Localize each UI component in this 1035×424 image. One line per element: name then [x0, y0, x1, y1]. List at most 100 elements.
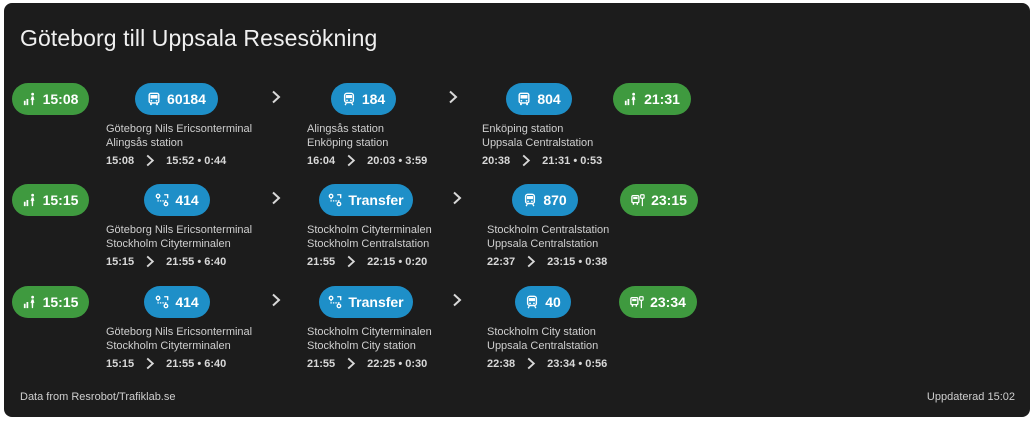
leg-line-label: 40 — [545, 294, 561, 310]
arrival-time: 21:31 — [644, 91, 680, 107]
leg-line-label: 870 — [543, 192, 567, 208]
chevron-right-icon — [447, 90, 459, 104]
leg-to-station: Uppsala Centralstation — [487, 238, 599, 250]
chevron-right-icon — [144, 357, 156, 370]
leg-line-pill[interactable]: 870 — [512, 184, 578, 216]
train-icon — [342, 92, 356, 106]
leg-times: 22:37 23:15 • 0:38 — [487, 255, 607, 268]
chevron-right-icon — [520, 154, 532, 167]
leg-times: 15:15 21:55 • 6:40 — [106, 357, 226, 370]
leg-start-time: 22:38 — [487, 357, 516, 370]
arrival-pill[interactable]: 23:15 — [620, 184, 698, 216]
leg-line-label: 804 — [537, 91, 561, 107]
leg-end-duration: 21:55 • 6:40 — [166, 357, 227, 370]
walk-signal-icon — [624, 92, 638, 106]
route-icon — [328, 193, 342, 207]
bus-icon — [147, 92, 161, 106]
leg-line-pill[interactable]: 60184 — [135, 83, 218, 115]
leg-to-station: Stockholm Cityterminalen — [106, 238, 231, 250]
trip-search-card: Göteborg till Uppsala Resesökning 15:08 6… — [4, 3, 1030, 417]
departure-time: 15:15 — [42, 294, 79, 310]
chevron-right-icon — [345, 357, 357, 370]
leg-times: 15:15 21:55 • 6:40 — [106, 255, 226, 268]
leg-from-station: Stockholm Cityterminalen — [307, 224, 432, 236]
leg-start-time: 15:15 — [106, 357, 135, 370]
leg-line-label: 184 — [361, 91, 386, 107]
leg-end-duration: 22:25 • 0:30 — [367, 357, 428, 370]
leg-line-label: Transfer — [348, 192, 404, 208]
chevron-right-icon — [144, 255, 156, 268]
departure-pill[interactable]: 15:08 — [12, 83, 89, 115]
departure-pill[interactable]: 15:15 — [12, 184, 89, 216]
leg-to-station: Uppsala Centralstation — [482, 137, 594, 149]
chevron-right-icon — [451, 191, 463, 205]
chevron-right-icon — [270, 191, 282, 205]
leg-to-station: Alingsås station — [106, 137, 184, 149]
leg-line-pill[interactable]: Transfer — [319, 286, 413, 318]
arrival-time: 23:34 — [650, 294, 686, 310]
chevron-right-icon — [144, 154, 156, 167]
arrival-pill[interactable]: 21:31 — [613, 83, 691, 115]
chevron-right-icon — [525, 255, 537, 268]
leg-stations: Stockholm Cityterminalen Stockholm Centra… — [307, 223, 432, 251]
leg-to-station: Stockholm Centralstation — [307, 238, 430, 250]
route-icon — [155, 295, 169, 309]
arrival-time: 23:15 — [651, 192, 687, 208]
leg-end-duration: 21:55 • 6:40 — [166, 255, 227, 268]
leg-start-time: 21:55 — [307, 255, 336, 268]
leg-stations: Göteborg Nils Ericsonterminal Stockholm C… — [106, 325, 252, 353]
leg-times: 22:38 23:34 • 0:56 — [487, 357, 607, 370]
chevron-right-icon — [525, 357, 537, 370]
leg-from-station: Stockholm City station — [487, 326, 596, 338]
departure-pill[interactable]: 15:15 — [12, 286, 89, 318]
leg-end-duration: 23:34 • 0:56 — [547, 357, 608, 370]
train-icon — [523, 193, 537, 207]
chevron-right-icon — [270, 293, 282, 307]
leg-end-duration: 20:03 • 3:59 — [367, 154, 428, 167]
leg-line-label: Transfer — [348, 294, 404, 310]
leg-end-duration: 22:15 • 0:20 — [367, 255, 428, 268]
page-title: Göteborg till Uppsala Resesökning — [20, 25, 378, 51]
leg-to-station: Stockholm City station — [307, 340, 416, 352]
leg-from-station: Enköping station — [482, 123, 564, 135]
route-icon — [328, 295, 342, 309]
leg-stations: Göteborg Nils Ericsonterminal Stockholm C… — [106, 223, 252, 251]
leg-from-station: Alingsås station — [307, 123, 385, 135]
bus-stop-icon — [631, 193, 645, 207]
leg-times: 20:38 21:31 • 0:53 — [482, 154, 602, 167]
leg-to-station: Enköping station — [307, 137, 389, 149]
chevron-right-icon — [345, 255, 357, 268]
leg-start-time: 21:55 — [307, 357, 336, 370]
leg-times: 15:08 15:52 • 0:44 — [106, 154, 226, 167]
data-source-text: Data from Resrobot/Trafiklab.se — [20, 391, 176, 403]
arrival-pill[interactable]: 23:34 — [619, 286, 697, 318]
leg-stations: Stockholm Cityterminalen Stockholm City s… — [307, 325, 432, 353]
leg-stations: Enköping station Uppsala Centralstation — [482, 122, 593, 150]
leg-line-pill[interactable]: 804 — [506, 83, 572, 115]
leg-end-duration: 21:31 • 0:53 — [542, 154, 603, 167]
leg-from-station: Göteborg Nils Ericsonterminal — [106, 224, 253, 236]
leg-line-pill[interactable]: 184 — [331, 83, 396, 115]
leg-times: 21:55 22:15 • 0:20 — [307, 255, 427, 268]
leg-start-time: 16:04 — [307, 154, 336, 167]
updated-timestamp: Uppdaterad 15:02 — [926, 391, 1015, 403]
chevron-right-icon — [451, 293, 463, 307]
leg-from-station: Stockholm Centralstation — [487, 224, 610, 236]
leg-times: 16:04 20:03 • 3:59 — [307, 154, 427, 167]
leg-start-time: 15:08 — [106, 154, 135, 167]
leg-line-pill[interactable]: 40 — [515, 286, 571, 318]
leg-line-pill[interactable]: 414 — [144, 184, 210, 216]
leg-line-pill[interactable]: 414 — [144, 286, 210, 318]
bus-icon — [517, 92, 531, 106]
leg-to-station: Stockholm Cityterminalen — [106, 340, 231, 352]
leg-stations: Stockholm Centralstation Uppsala Centrals… — [487, 223, 609, 251]
leg-times: 21:55 22:25 • 0:30 — [307, 357, 427, 370]
walk-signal-icon — [23, 295, 37, 309]
walk-signal-icon — [23, 92, 37, 106]
leg-line-label: 414 — [175, 192, 199, 208]
leg-from-station: Göteborg Nils Ericsonterminal — [106, 123, 253, 135]
leg-start-time: 15:15 — [106, 255, 135, 268]
leg-to-station: Uppsala Centralstation — [487, 340, 599, 352]
leg-stations: Göteborg Nils Ericsonterminal Alingsås st… — [106, 122, 252, 150]
leg-line-pill[interactable]: Transfer — [319, 184, 413, 216]
